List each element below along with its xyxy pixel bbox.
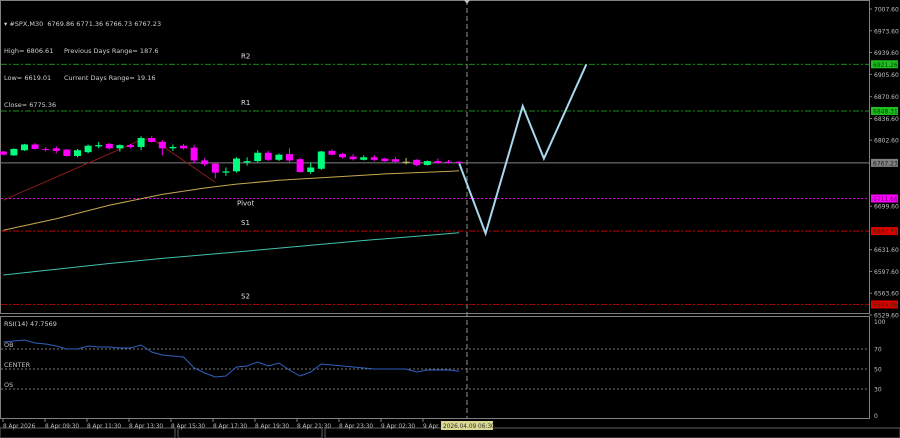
chart-frame <box>0 0 900 438</box>
candle-body <box>201 160 209 165</box>
fast-moving-average-line <box>3 170 460 231</box>
candle-body <box>381 158 389 162</box>
rsi-level-label: OS <box>4 381 13 389</box>
level-label-s2: S2 <box>241 292 250 300</box>
level-price-label: 6660.71 <box>873 229 898 236</box>
candle-body <box>296 159 304 172</box>
price-tick-label: 6563.60 <box>874 291 899 298</box>
candle-body <box>349 156 357 160</box>
rsi-tick-label: 100 <box>874 319 886 326</box>
level-price-label: 6546.06 <box>873 302 898 309</box>
candle-body <box>413 159 421 165</box>
price-tick-label: 6597.60 <box>874 269 899 276</box>
candle-body <box>127 145 134 148</box>
rsi-level-label: CENTER <box>4 361 31 369</box>
candle-body <box>328 150 336 155</box>
candle-body <box>137 138 145 148</box>
price-tick-label: 7007.60 <box>874 7 899 14</box>
time-tick-label: 9 Apr 02:30 <box>381 424 415 430</box>
candle-body <box>63 149 71 156</box>
forecast-projection-line <box>458 64 588 237</box>
rsi-tick-label: 30 <box>874 387 882 394</box>
level-label-s1: S1 <box>241 219 250 227</box>
current-price-label: 6767.23 <box>873 160 898 167</box>
candle-body <box>31 144 39 149</box>
time-tick-label: 9 Apr <box>423 424 439 430</box>
candle-body <box>190 147 198 161</box>
level-label-pivot: Pivot <box>237 199 254 207</box>
candle-body <box>21 144 28 151</box>
candle-body <box>169 147 177 149</box>
price-tick-label: 6870.60 <box>874 94 899 101</box>
rsi-panel-border <box>0 316 870 419</box>
slow-moving-average-line <box>3 232 460 276</box>
candle-body <box>392 159 399 162</box>
candle-body <box>116 145 124 149</box>
candle-body <box>307 167 315 172</box>
candle-body <box>370 157 378 160</box>
candle-body <box>275 154 283 160</box>
time-tick-label: 8 Apr 15:30 <box>171 424 205 430</box>
candle-body <box>158 141 166 149</box>
price-tick-label: 6631.60 <box>874 247 899 254</box>
candle-body <box>52 148 60 151</box>
candle-body <box>74 150 81 156</box>
time-tick-label: 8 Apr 13:30 <box>129 424 163 430</box>
candle-body <box>95 145 103 147</box>
candle-body <box>423 161 431 165</box>
candle-body <box>286 154 293 161</box>
rsi-label: RSI(14) 47.7569 <box>4 320 57 328</box>
candle-body <box>455 161 463 163</box>
time-tick-label: 8 Apr 11:30 <box>87 424 121 430</box>
level-price-label: 6848.31 <box>873 108 898 115</box>
candle-body <box>233 158 240 172</box>
candle-body <box>445 161 452 163</box>
candle-body <box>339 154 346 158</box>
time-tick-label: 8 Apr 19:30 <box>255 424 289 430</box>
rsi-tick-label: 70 <box>874 347 882 354</box>
candle-body <box>360 157 368 160</box>
price-tick-label: 6973.60 <box>874 28 899 35</box>
cursor-time-label: 2026.04.09 06:30 <box>443 424 495 430</box>
candle-body <box>264 152 272 160</box>
time-tick-label: 8 Apr 09:30 <box>45 424 79 430</box>
main-panel-border <box>0 0 870 314</box>
candle-body <box>222 171 230 173</box>
price-tick-label: 6699.60 <box>874 204 899 211</box>
candle-body <box>402 161 410 163</box>
price-tick-label: 6802.60 <box>874 138 899 145</box>
time-tick-label: 8 Apr 17:30 <box>213 424 247 430</box>
rsi-tick-label: 0 <box>874 413 878 420</box>
candle-body <box>84 145 92 153</box>
price-tick-label: 6905.60 <box>874 72 899 79</box>
cursor-marker-icon[interactable] <box>464 0 470 4</box>
candle-body <box>211 163 219 173</box>
rsi-line <box>3 339 460 378</box>
level-label-r2: R2 <box>241 52 250 60</box>
level-label-r1: R1 <box>241 99 250 107</box>
price-tick-label: 6836.60 <box>874 116 899 123</box>
time-tick-label: 8 Apr 23:30 <box>339 424 373 430</box>
candle-body <box>105 143 113 149</box>
time-tick-label: 8 Apr 2026 <box>3 424 35 430</box>
candle-body <box>42 148 50 150</box>
candle-body <box>0 151 7 155</box>
price-chart[interactable]: R2 6921.26 R1 6848.31 Pivot 6711.66 S1 6660.71 S… <box>0 0 900 438</box>
candle-body <box>10 148 18 156</box>
candle-body <box>254 152 262 162</box>
rsi-tick-label: 50 <box>874 367 882 374</box>
candle-body <box>243 161 251 163</box>
candle-body <box>434 161 442 164</box>
level-price-label: 6921.26 <box>873 62 898 69</box>
time-tick-label: 8 Apr 21:30 <box>297 424 331 430</box>
level-price-label: 6711.66 <box>873 196 898 203</box>
price-tick-label: 6939.60 <box>874 50 899 57</box>
candle-body <box>180 145 187 149</box>
candle-body <box>317 151 325 169</box>
candle-body <box>148 138 156 142</box>
